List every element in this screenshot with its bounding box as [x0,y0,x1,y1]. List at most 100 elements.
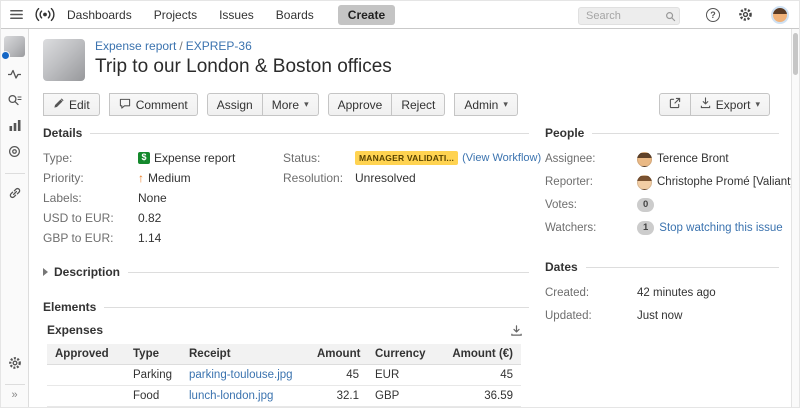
comment-button[interactable]: Comment [109,93,198,116]
search-issues-icon[interactable] [7,93,22,107]
table-row: Food lunch-london.jpg 32.1 GBP 36.59 [47,386,521,407]
col-type: Type [125,344,181,365]
col-amount: Amount [309,344,367,365]
activity-pulse-icon[interactable] [7,67,22,81]
nav-boards[interactable]: Boards [276,8,314,22]
rail-settings-gear-icon[interactable] [8,356,22,370]
rail-divider [5,173,25,174]
share-icon [669,97,681,112]
admin-button[interactable]: Admin ▾ [454,93,518,116]
project-badge-dot [1,51,10,60]
breadcrumb-project-link[interactable]: Expense report [95,39,176,53]
reject-button[interactable]: Reject [391,93,445,116]
nav-projects[interactable]: Projects [154,8,197,22]
col-receipt: Receipt [181,344,309,365]
cell-currency: USD [367,407,433,408]
priority-medium-icon: ↑ [138,171,144,185]
search-icon [665,9,676,27]
jira-logo-icon[interactable] [33,7,57,22]
details-fields: Type: $Expense report Priority: ↑Medium … [43,150,529,250]
comment-bubble-icon [119,98,131,112]
settings-gear-icon[interactable] [738,7,753,22]
expense-type-icon: $ [138,152,150,164]
updated-value: Just now [637,310,682,322]
cell-approved [47,386,125,407]
help-icon[interactable]: ? [706,8,720,22]
type-label: Type: [43,151,138,165]
breadcrumb-separator: / [179,39,182,53]
jira-issue-page: Dashboards Projects Issues Boards Create… [0,0,800,408]
view-workflow-link[interactable]: (View Workflow) [462,152,541,164]
chevron-down-icon: ▾ [304,99,309,110]
receipt-link[interactable]: lunch-london.jpg [189,390,273,402]
assignee-label: Assignee: [545,153,637,165]
people-section-header: People [545,126,779,140]
vertical-scrollbar[interactable] [791,29,799,407]
col-approved: Approved [47,344,125,365]
user-avatar[interactable] [771,6,789,24]
chevron-down-icon: ▾ [503,99,508,110]
rail-divider-bottom [5,384,25,385]
edit-button-label: Edit [69,98,90,112]
export-button[interactable]: Export ▾ [690,93,770,116]
gbp-to-eur-value: 1.14 [138,231,161,245]
project-avatar[interactable] [4,36,25,57]
issue-header: Expense report/EXPREP-36 Trip to our Lon… [43,39,779,81]
cell-amount: 185 [309,407,367,408]
elements-section-header: Elements [43,300,529,314]
created-value: 42 minutes ago [637,287,716,299]
col-amount-eur: Amount (€) [433,344,521,365]
status-badge: MANAGER VALIDATI... [355,151,458,165]
approve-button[interactable]: Approve [328,93,393,116]
assignee-value: Terence Bront [657,153,729,165]
cell-receipt: lunch-london.jpg [181,386,309,407]
resolution-label: Resolution: [283,171,355,185]
reporter-value: Christophe Promé [Valiantys] [657,176,791,188]
cell-amount-eur: 36.59 [433,386,521,407]
pencil-icon [53,98,64,112]
more-button[interactable]: More▾ [262,93,319,116]
watchers-count-badge[interactable]: 1 [637,221,654,234]
priority-label: Priority: [43,171,138,185]
cell-amount: 32.1 [309,386,367,407]
table-row: Hotel hotel-boston.JPG 185 USD 151.7 [47,407,521,408]
components-icon[interactable] [7,144,22,159]
hamburger-menu-icon[interactable] [1,7,31,22]
export-table-icon[interactable] [510,324,523,337]
elements-heading: Elements [43,300,96,314]
expand-sidebar-icon[interactable]: » [11,389,17,401]
priority-value: Medium [148,171,191,185]
votes-label: Votes: [545,199,637,211]
nav-issues[interactable]: Issues [219,8,254,22]
cell-approved [47,407,125,408]
expenses-table: Approved Type Receipt Amount Currency Am… [47,344,521,407]
receipt-link[interactable]: parking-toulouse.jpg [189,369,293,381]
stop-watching-link[interactable]: Stop watching this issue [659,222,782,234]
scrollbar-thumb[interactable] [793,33,798,75]
description-section-header[interactable]: Description [43,265,529,279]
cell-receipt: parking-toulouse.jpg [181,365,309,386]
cell-type: Parking [125,365,181,386]
reports-chart-icon[interactable] [8,119,22,132]
col-currency: Currency [367,344,433,365]
assign-button[interactable]: Assign [207,93,263,116]
chevron-down-icon: ▾ [755,99,760,110]
admin-button-label: Admin [464,98,498,112]
nav-dashboards[interactable]: Dashboards [67,8,132,22]
share-button[interactable] [659,93,691,116]
breadcrumb-issue-key-link[interactable]: EXPREP-36 [186,39,252,53]
edit-button[interactable]: Edit [43,93,100,116]
table-header-row: Approved Type Receipt Amount Currency Am… [47,344,521,365]
votes-count-badge[interactable]: 0 [637,198,654,211]
top-navbar: Dashboards Projects Issues Boards Create… [1,1,800,29]
collapsed-chevron-icon [43,268,48,276]
breadcrumb: Expense report/ EXPREP-36 [95,39,392,53]
cell-type: Hotel [125,407,181,408]
people-heading: People [545,126,584,140]
link-icon[interactable] [8,186,22,200]
create-button[interactable]: Create [338,5,395,25]
expenses-heading: Expenses [47,323,103,337]
cell-amount: 45 [309,365,367,386]
reporter-label: Reporter: [545,176,637,188]
cell-amount-eur: 45 [433,365,521,386]
